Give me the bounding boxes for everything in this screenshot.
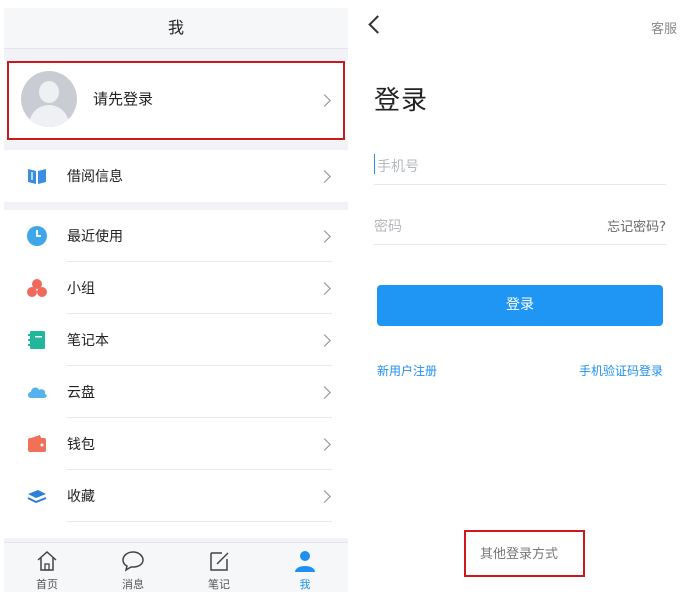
tab-messages[interactable]: 消息 xyxy=(90,543,176,592)
tab-label: 笔记 xyxy=(208,578,230,591)
home-icon xyxy=(37,550,57,571)
menu-item-group[interactable]: 小组 xyxy=(4,262,348,314)
phone-placeholder: 手机号 xyxy=(377,159,419,175)
tab-label: 消息 xyxy=(122,578,144,591)
highlight-box-other-login xyxy=(464,530,585,577)
menu-item-label: 小组 xyxy=(67,281,95,297)
menu-item-label: 借阅信息 xyxy=(67,169,123,185)
cloud-icon xyxy=(28,387,47,398)
forgot-password-link[interactable]: 忘记密码? xyxy=(607,216,666,235)
back-arrow-icon[interactable] xyxy=(368,15,387,34)
edit-icon xyxy=(210,552,229,571)
tab-home[interactable]: 首页 xyxy=(4,543,90,592)
main-menu-group: 最近使用 小组 笔记本 云盘 钱包 收藏 xyxy=(4,210,348,538)
menu-item-notebook[interactable]: 笔记本 xyxy=(4,314,348,366)
tab-label: 首页 xyxy=(36,578,58,591)
menu-item-recent[interactable]: 最近使用 xyxy=(4,210,348,262)
menu-item-wallet[interactable]: 钱包 xyxy=(4,418,348,470)
user-icon xyxy=(295,551,315,572)
tab-label: 我 xyxy=(299,578,311,591)
menu-item-label: 最近使用 xyxy=(67,229,123,245)
notebook-icon xyxy=(28,331,45,349)
tab-me[interactable]: 我 xyxy=(262,543,348,592)
group-icon xyxy=(27,279,47,297)
login-screen: 客服 登录 手机号 密码 忘记密码? 登录 新用户注册 手机验证码登录 其他登录… xyxy=(350,0,687,599)
menu-item-cloud[interactable]: 云盘 xyxy=(4,366,348,418)
clock-icon xyxy=(27,226,47,246)
menu-item-label: 笔记本 xyxy=(67,333,109,349)
highlight-box-profile xyxy=(7,61,345,140)
register-link[interactable]: 新用户注册 xyxy=(377,362,437,379)
menu-item-label: 云盘 xyxy=(67,385,95,401)
chevron-right-icon xyxy=(318,230,331,243)
chevron-right-icon xyxy=(318,334,331,347)
borrow-group: 借阅信息 xyxy=(4,150,348,202)
bottom-tab-bar: 首页 消息 笔记 我 xyxy=(4,542,348,592)
password-field[interactable]: 密码 忘记密码? xyxy=(374,206,666,245)
sms-login-link[interactable]: 手机验证码登录 xyxy=(579,362,663,379)
page-title: 登录 xyxy=(374,86,429,116)
chevron-right-icon xyxy=(318,282,331,295)
customer-service-link[interactable]: 客服 xyxy=(651,18,677,37)
wallet-icon xyxy=(28,435,46,452)
menu-item-label: 收藏 xyxy=(67,489,95,505)
password-placeholder: 密码 xyxy=(374,219,402,235)
login-button[interactable]: 登录 xyxy=(377,285,663,326)
text-cursor xyxy=(374,154,375,174)
tab-notes[interactable]: 笔记 xyxy=(176,543,262,592)
chat-icon xyxy=(122,551,144,572)
menu-item-favorites[interactable]: 收藏 xyxy=(4,470,348,522)
layers-icon xyxy=(27,490,47,504)
phone-field[interactable]: 手机号 xyxy=(374,146,666,185)
chevron-right-icon xyxy=(318,438,331,451)
chevron-right-icon xyxy=(318,170,331,183)
chevron-right-icon xyxy=(318,386,331,399)
page-title: 我 xyxy=(4,8,348,49)
menu-item-borrow-info[interactable]: 借阅信息 xyxy=(4,150,348,202)
menu-item-label: 钱包 xyxy=(67,437,95,453)
book-icon xyxy=(28,169,46,184)
chevron-right-icon xyxy=(318,490,331,503)
